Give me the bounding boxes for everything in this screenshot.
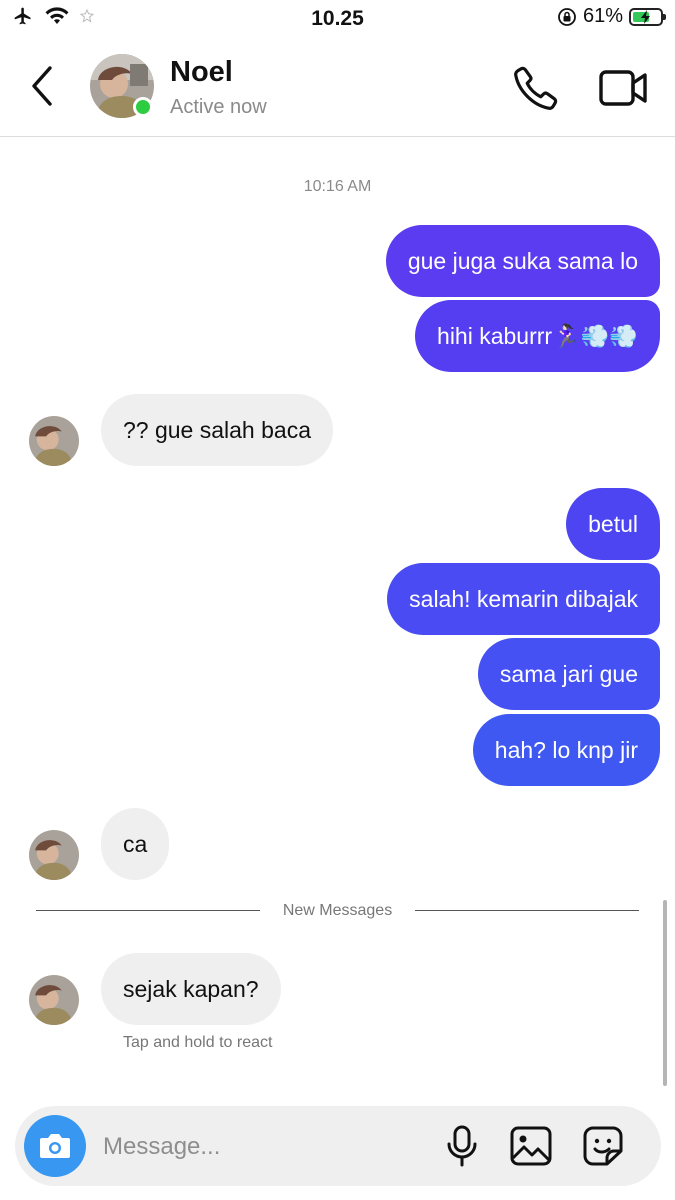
contact-avatar-small[interactable]: [29, 830, 79, 880]
status-right: 61%: [557, 5, 666, 28]
message-bubble-sent[interactable]: hah? lo knp jir: [472, 714, 660, 786]
video-camera-icon: [599, 70, 647, 106]
new-messages-label: New Messages: [282, 902, 393, 919]
contact-avatar-small[interactable]: [29, 416, 79, 466]
microphone-icon: [447, 1125, 477, 1167]
message-bubble-sent[interactable]: gue juga suka sama lo: [385, 225, 660, 297]
message-bubble-received[interactable]: ?? gue salah baca: [101, 394, 333, 466]
back-button[interactable]: [22, 62, 62, 110]
video-call-button[interactable]: [598, 66, 650, 110]
message-bubble-sent[interactable]: salah! kemarin dibajak: [387, 563, 660, 635]
react-hint: Tap and hold to react: [123, 1034, 273, 1051]
status-bar: 10.25 61%: [0, 0, 675, 38]
battery-cap: [663, 13, 666, 20]
message-input[interactable]: [101, 1126, 425, 1168]
contact-name[interactable]: Noel: [170, 56, 233, 89]
sticker-icon: [583, 1126, 623, 1166]
avatar-photo: [29, 830, 79, 880]
message-composer: [15, 1106, 661, 1186]
message-bubble-sent[interactable]: sama jari gue: [477, 638, 660, 710]
chat-header: Noel Active now: [0, 38, 675, 137]
message-bubble-sent[interactable]: hihi kaburrr🏃🏻‍♀️💨💨: [415, 300, 660, 372]
call-button[interactable]: [512, 64, 560, 112]
battery-icon: [629, 7, 666, 26]
back-icon: [32, 66, 52, 106]
contact-avatar-small[interactable]: [29, 975, 79, 1025]
phone-icon: [514, 66, 558, 110]
online-indicator: [133, 97, 153, 117]
orientation-lock-icon: [558, 7, 576, 26]
message-bubble-received[interactable]: sejak kapan?: [101, 953, 281, 1025]
camera-icon: [40, 1134, 70, 1158]
camera-button[interactable]: [24, 1115, 86, 1177]
gallery-button[interactable]: [509, 1125, 553, 1167]
divider-line-right: [415, 910, 639, 911]
contact-status: Active now: [170, 96, 267, 118]
charging-bolt-icon: [641, 9, 650, 24]
message-timestamp: 10:16 AM: [303, 178, 372, 195]
image-icon: [510, 1126, 552, 1166]
sticker-button[interactable]: [581, 1125, 625, 1167]
voice-message-button[interactable]: [441, 1124, 483, 1168]
message-bubble-received[interactable]: ca: [101, 808, 170, 880]
avatar-photo: [29, 416, 79, 466]
battery-percent: 61%: [582, 5, 623, 27]
scrollbar[interactable]: [663, 900, 667, 1086]
avatar-photo: [29, 975, 79, 1025]
message-bubble-sent[interactable]: betul: [566, 488, 660, 560]
